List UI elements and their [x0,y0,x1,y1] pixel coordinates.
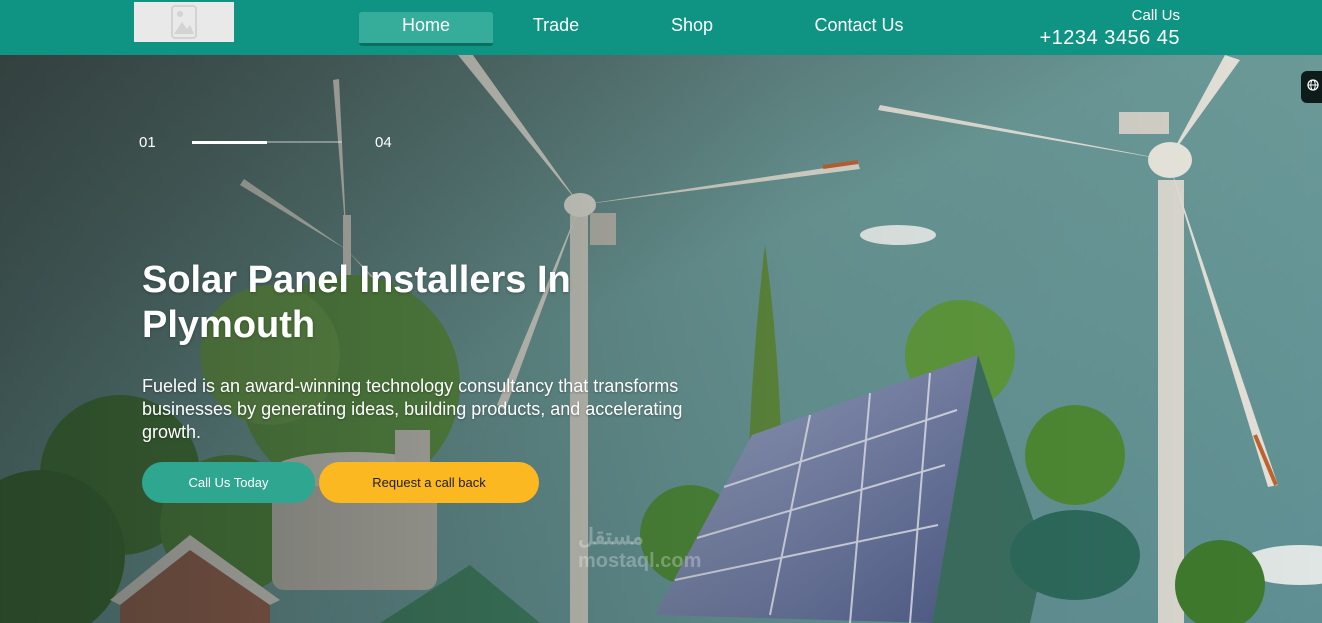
nav-home[interactable]: Home [359,12,493,46]
side-widget[interactable] [1301,71,1322,103]
watermark-domain: mostaql.com [578,550,702,572]
nav-contact-us[interactable]: Contact Us [799,12,919,46]
watermark-arabic: مستقل [578,524,644,549]
site-logo[interactable] [134,2,234,42]
slide-progress-fill [192,141,267,144]
request-call-back-button[interactable]: Request a call back [319,462,539,503]
nav-trade[interactable]: Trade [519,12,593,46]
slide-counter: 01 04 [139,134,399,154]
nav-shop[interactable]: Shop [655,12,729,46]
phone-number-link[interactable]: +1234 3456 45 [1039,25,1180,51]
call-us-today-button[interactable]: Call Us Today [142,462,315,503]
site-header: Home Trade Shop Contact Us Call Us +1234… [0,0,1322,55]
watermark: مستقل mostaql.com [578,525,701,573]
call-us-block: Call Us +1234 3456 45 [1039,7,1180,51]
call-us-label: Call Us [1131,7,1180,24]
hero-description: Fueled is an award-winning technology co… [142,376,683,442]
hero-title: Solar Panel Installers In Plymouth [142,259,571,346]
hero-section: 01 04 Solar Panel Installers In Plymouth… [0,55,1322,623]
slide-current: 01 [139,134,156,151]
slide-total: 04 [375,134,392,151]
image-placeholder-icon [171,5,197,39]
globe-icon [1307,79,1319,91]
slide-progress-track[interactable] [192,141,342,144]
